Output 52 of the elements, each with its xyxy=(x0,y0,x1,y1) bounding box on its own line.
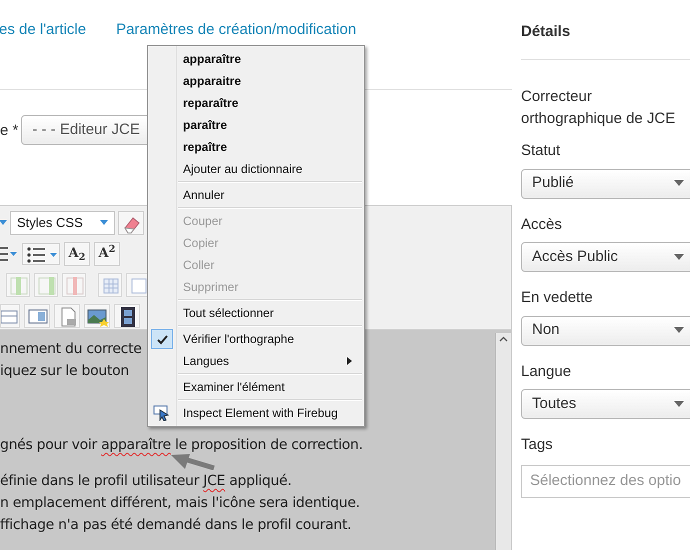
tab-link[interactable]: es de l'article xyxy=(0,19,86,89)
caret-icon xyxy=(674,400,686,408)
text-line: n emplacement différent, mais l'icône sera identique. xyxy=(0,494,360,513)
eraser-icon[interactable] xyxy=(118,211,144,235)
select-field[interactable]: Toutes xyxy=(521,389,690,419)
layout-icon[interactable] xyxy=(24,304,50,328)
text-line: ffichage n'a pas été demandé dans le profil courant. xyxy=(0,516,352,535)
caret-icon[interactable] xyxy=(0,220,7,226)
caret-icon[interactable] xyxy=(100,220,108,226)
styles-select[interactable]: Styles CSS xyxy=(10,211,115,235)
document-icon[interactable] xyxy=(54,304,80,328)
menu-item[interactable]: reparaître xyxy=(183,94,238,112)
description: Correcteur orthographique de JCE xyxy=(521,87,676,129)
menu-item[interactable]: apparaitre xyxy=(183,72,242,90)
caret-icon xyxy=(674,180,686,187)
text-line: nnement du correcte xyxy=(0,340,142,359)
scrollbar[interactable] xyxy=(495,333,511,550)
select-field[interactable]: Accès Public xyxy=(521,242,690,272)
text-line: iquez sur le bouton xyxy=(0,362,129,381)
bullet-list-icon[interactable] xyxy=(22,243,60,265)
field-label: e * xyxy=(0,121,18,141)
image-icon[interactable] xyxy=(84,304,110,328)
field-label: Tags xyxy=(521,435,553,455)
menu-item[interactable]: Ajouter au dictionnaire xyxy=(183,160,302,178)
panel-title: Détails xyxy=(521,0,690,60)
menu-item[interactable]: Annuler xyxy=(183,186,224,204)
menu-item[interactable]: Langues xyxy=(183,352,230,370)
caret-icon xyxy=(674,327,686,334)
menu-item[interactable]: Tout sélectionner xyxy=(183,304,274,322)
text-line: gnés pour voir apparaître le proposition de correction. xyxy=(0,436,363,455)
select-field[interactable]: Publié xyxy=(521,168,690,198)
arrow-annotation xyxy=(170,453,216,470)
field-label: Langue xyxy=(521,362,572,382)
menu-item[interactable]: Vérifier l'orthographe xyxy=(183,330,294,348)
superscript-button[interactable]: A$^{2}$ xyxy=(94,242,120,266)
scroll-up-icon[interactable] xyxy=(499,336,508,342)
field-label: Statut xyxy=(521,141,560,161)
text-line: éfinie dans le profil utilisateur JCE appliqué. xyxy=(0,472,292,491)
film-icon[interactable] xyxy=(114,304,140,328)
field-label: Accès xyxy=(521,214,562,234)
menu-item[interactable]: paraître xyxy=(183,116,228,134)
select-field[interactable]: Non xyxy=(521,316,690,346)
menu-item[interactable]: apparaître xyxy=(183,50,242,68)
subscript-button[interactable]: A$_{2}$ xyxy=(64,242,90,266)
layout-icon[interactable] xyxy=(0,304,20,328)
table-icon[interactable] xyxy=(98,273,122,297)
field-label: En vedette xyxy=(521,288,593,308)
caret-icon xyxy=(674,254,686,260)
menu-item[interactable]: Inspect Element with Firebug xyxy=(183,404,338,422)
cursor-icon xyxy=(153,405,171,421)
menu-item[interactable]: Examiner l'élément xyxy=(183,378,285,396)
menu-item[interactable]: repaître xyxy=(183,138,228,156)
